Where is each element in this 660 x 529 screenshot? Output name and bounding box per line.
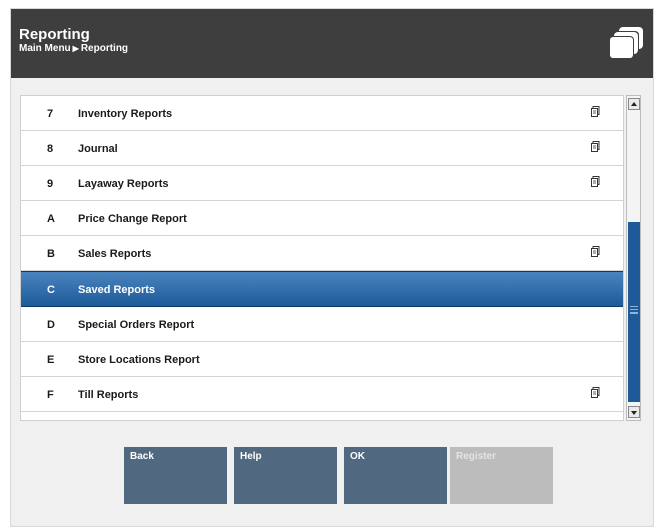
list-item-key: F	[47, 389, 54, 401]
list-item-key: C	[47, 284, 55, 296]
vertical-scrollbar[interactable]	[626, 95, 641, 421]
list-item-saved-reports[interactable]: C Saved Reports	[21, 271, 623, 307]
list-item-till-reports[interactable]: F Till Reports	[21, 377, 623, 412]
list-item-key: B	[47, 248, 55, 260]
screen: Reporting Main Menu ▶ Reporting 7 Inventor…	[0, 0, 660, 529]
list-item-label: Till Reports	[78, 389, 139, 401]
report-list: 7 Inventory Reports 8 Journal 9 Layaway …	[20, 95, 624, 421]
list-item-key: D	[47, 319, 55, 331]
list-item-journal[interactable]: 8 Journal	[21, 131, 623, 166]
list-item-label: Saved Reports	[78, 284, 156, 296]
document-icon	[591, 141, 600, 152]
list-item-key: 8	[47, 143, 54, 155]
arrow-up-icon	[631, 102, 637, 106]
scroll-up-button[interactable]	[628, 98, 640, 110]
arrow-down-icon	[631, 411, 637, 415]
header-bar: Reporting Main Menu ▶ Reporting	[11, 9, 653, 78]
list-item-inventory-reports[interactable]: 7 Inventory Reports	[21, 96, 623, 131]
breadcrumb: Main Menu ▶ Reporting	[19, 43, 128, 54]
document-icon	[591, 246, 600, 257]
page-title: Reporting	[19, 26, 90, 43]
list-item-special-orders-report[interactable]: D Special Orders Report	[21, 307, 623, 342]
breadcrumb-separator-icon: ▶	[72, 44, 79, 53]
scrollbar-thumb[interactable]	[628, 222, 640, 402]
scroll-down-button[interactable]	[628, 406, 640, 418]
list-item-label: Layaway Reports	[78, 178, 169, 190]
list-item-label: Special Orders Report	[78, 319, 195, 331]
list-item-label: Price Change Report	[78, 213, 187, 225]
document-icon	[591, 106, 600, 117]
grip-icon	[630, 306, 638, 314]
back-button[interactable]: Back	[124, 447, 227, 504]
register-button[interactable]: Register	[450, 447, 553, 504]
ok-button[interactable]: OK	[344, 447, 447, 504]
windows-icon[interactable]	[609, 25, 645, 59]
list-item-label: Store Locations Report	[78, 354, 200, 366]
list-item-key: E	[47, 354, 55, 366]
list-item-key: 7	[47, 108, 54, 120]
list-item-store-locations-report[interactable]: E Store Locations Report	[21, 342, 623, 377]
list-item-sales-reports[interactable]: B Sales Reports	[21, 236, 623, 271]
list-item-label: Sales Reports	[78, 248, 152, 260]
breadcrumb-item-reporting: Reporting	[80, 43, 129, 54]
list-item-label: Journal	[78, 143, 118, 155]
list-item-label: Inventory Reports	[78, 108, 173, 120]
list-item-key: 9	[47, 178, 54, 190]
document-icon	[591, 176, 600, 187]
breadcrumb-item-main-menu[interactable]: Main Menu	[19, 43, 71, 54]
list-item-key: A	[47, 213, 55, 225]
help-button[interactable]: Help	[234, 447, 337, 504]
document-icon	[591, 387, 600, 398]
list-item-layaway-reports[interactable]: 9 Layaway Reports	[21, 166, 623, 201]
list-item-price-change-report[interactable]: A Price Change Report	[21, 201, 623, 236]
